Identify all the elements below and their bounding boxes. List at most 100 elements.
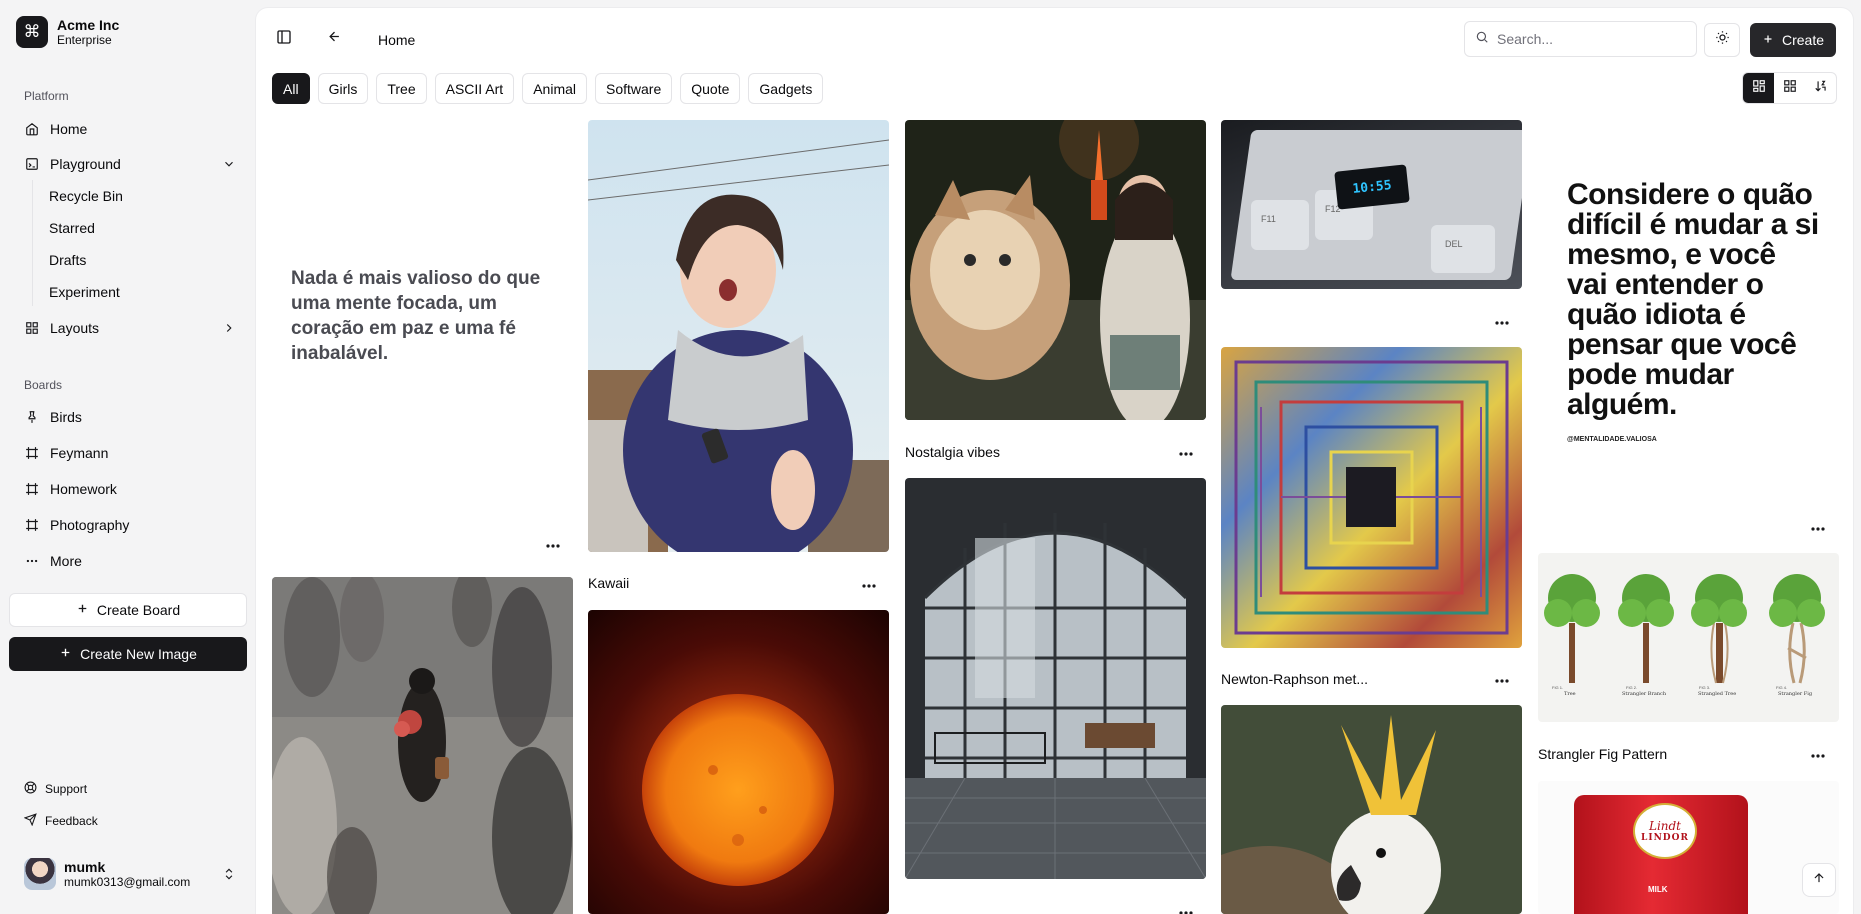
- quote-poster-handle: @MENTALIDADE.VALIOSA: [1567, 436, 1657, 443]
- chevron-right-icon: [222, 321, 236, 335]
- sidebar-item-starred[interactable]: Starred: [40, 214, 104, 242]
- tree-label: Tree: [1564, 691, 1576, 697]
- quote-card[interactable]: Nada é mais valioso do que uma mente foc…: [272, 120, 573, 480]
- sidebar-item-photography[interactable]: Photography: [16, 509, 244, 541]
- tab-software[interactable]: Software: [595, 73, 673, 104]
- sort-button[interactable]: [1805, 73, 1836, 103]
- sun-icon: [1715, 30, 1730, 50]
- sidebar-item-label: Photography: [50, 517, 130, 533]
- sidebar-item-label: Birds: [50, 409, 82, 425]
- feedback-link[interactable]: Feedback: [16, 807, 106, 835]
- tree-label: Strangler Branch: [1622, 691, 1667, 697]
- card-caption: Strangler Fig Pattern: [1538, 746, 1668, 762]
- key-del: DEL: [1431, 225, 1495, 273]
- back-button[interactable]: [320, 25, 348, 53]
- image-cockatoo[interactable]: [1221, 705, 1522, 914]
- arrow-left-icon: [327, 29, 342, 49]
- image-sun[interactable]: [588, 610, 889, 914]
- sidebar-item-playground[interactable]: Playground: [16, 148, 244, 180]
- quote-poster[interactable]: Considere o quão difícil é mudar a si me…: [1538, 120, 1839, 520]
- sidebar-item-experiment[interactable]: Experiment: [40, 278, 129, 306]
- ellipsis-icon: [862, 575, 876, 593]
- image-newton-raphson[interactable]: [1221, 347, 1522, 648]
- card-more-button[interactable]: [1175, 903, 1197, 914]
- support-link[interactable]: Support: [16, 775, 95, 803]
- submenu-divider: [32, 180, 33, 306]
- ellipsis-icon: [1179, 902, 1193, 914]
- sidebar-item-label: Homework: [50, 481, 117, 497]
- sidebar-item-layouts[interactable]: Layouts: [16, 312, 244, 344]
- sort-arrows-icon: [1814, 79, 1828, 98]
- scroll-to-top-button[interactable]: [1802, 863, 1836, 897]
- ellipsis-icon: [1495, 670, 1509, 688]
- image-keyboard[interactable]: F11 F12 DEL 10:55: [1221, 120, 1522, 289]
- masonry-grid-icon: [1752, 79, 1766, 98]
- view-masonry-button[interactable]: [1743, 73, 1774, 103]
- user-email: mumk0313@gmail.com: [64, 875, 191, 889]
- card-more-button[interactable]: [1807, 519, 1829, 535]
- toggle-sidebar-button[interactable]: [270, 25, 298, 53]
- tab-girls[interactable]: Girls: [317, 73, 369, 104]
- image-kawaii[interactable]: [588, 120, 889, 552]
- card-more-button[interactable]: [1807, 746, 1829, 762]
- image-crowd-girl[interactable]: [272, 577, 573, 914]
- tab-tree[interactable]: Tree: [376, 73, 427, 104]
- search-box[interactable]: [1464, 21, 1697, 57]
- breadcrumb[interactable]: Home: [378, 32, 415, 48]
- image-station[interactable]: [905, 478, 1206, 879]
- create-label: Create: [1781, 32, 1825, 48]
- card-more-button[interactable]: [1175, 444, 1197, 460]
- search-input[interactable]: [1497, 31, 1677, 47]
- ellipsis-icon: [546, 535, 560, 553]
- tree-number: FIG 3.: [1699, 685, 1711, 690]
- sidebar-item-feymann[interactable]: Feymann: [16, 437, 244, 469]
- card-more-button[interactable]: [1491, 313, 1513, 329]
- feedback-label: Feedback: [45, 814, 98, 828]
- sidebar-item-drafts[interactable]: Drafts: [40, 246, 95, 274]
- sidebar-item-birds[interactable]: Birds: [16, 401, 244, 433]
- lindt-logo: Lindt LINDOR: [1633, 803, 1697, 859]
- ellipsis-icon: [1495, 312, 1509, 330]
- user-name: mumk: [64, 859, 106, 875]
- tab-gadgets[interactable]: Gadgets: [748, 73, 824, 104]
- team-switcher[interactable]: ⌘ Acme Inc Enterprise: [16, 16, 119, 48]
- tab-animal[interactable]: Animal: [522, 73, 587, 104]
- theme-toggle-button[interactable]: [1704, 23, 1740, 57]
- tree-number: FIG 2.: [1626, 685, 1638, 690]
- view-grid-button[interactable]: [1774, 73, 1805, 103]
- image-lindt-lindor[interactable]: Lindt LINDOR MILK: [1538, 781, 1839, 914]
- sidebar-item-homework[interactable]: Homework: [16, 473, 244, 505]
- search-icon: [1475, 30, 1489, 49]
- create-button[interactable]: Create: [1750, 23, 1836, 57]
- chevron-down-icon: [222, 157, 236, 171]
- life-buoy-icon: [24, 781, 37, 797]
- user-menu[interactable]: mumk mumk0313@gmail.com: [16, 854, 244, 894]
- create-new-image-button[interactable]: Create New Image: [9, 637, 247, 671]
- sidebar: ⌘ Acme Inc Enterprise Platform Home Play…: [0, 0, 256, 914]
- hash-frame-icon: [24, 517, 40, 533]
- sidebar-item-label: Playground: [50, 156, 121, 172]
- card-more-button[interactable]: [542, 536, 564, 552]
- view-toggle: [1742, 72, 1837, 104]
- tree-label: Strangled Tree: [1698, 691, 1737, 697]
- quote-text: Nada é mais valioso do que uma mente foc…: [291, 268, 541, 364]
- tab-ascii-art[interactable]: ASCII Art: [434, 73, 515, 104]
- arrow-up-icon: [1812, 871, 1826, 890]
- sidebar-item-home[interactable]: Home: [16, 113, 244, 145]
- image-nostalgia[interactable]: [905, 120, 1206, 420]
- card-caption: Kawaii: [588, 575, 630, 591]
- sidebar-item-more[interactable]: More: [16, 545, 244, 577]
- home-icon: [24, 121, 40, 137]
- tab-all[interactable]: All: [272, 73, 310, 104]
- create-board-button[interactable]: Create Board: [9, 593, 247, 627]
- key-f11: F11: [1251, 200, 1309, 250]
- quote-poster-text: Considere o quão difícil é mudar a si me…: [1567, 178, 1819, 421]
- team-plan: Enterprise: [57, 33, 112, 47]
- team-name: Acme Inc: [57, 17, 120, 33]
- card-more-button[interactable]: [1491, 671, 1513, 687]
- sidebar-item-recycle-bin[interactable]: Recycle Bin: [40, 182, 132, 210]
- image-strangler-fig[interactable]: FIG 1. FIG 2. FIG 3. FIG 4. Tree Strangl…: [1538, 553, 1839, 722]
- tab-quote[interactable]: Quote: [680, 73, 741, 104]
- card-more-button[interactable]: [858, 576, 880, 592]
- ellipsis-icon: [24, 553, 40, 569]
